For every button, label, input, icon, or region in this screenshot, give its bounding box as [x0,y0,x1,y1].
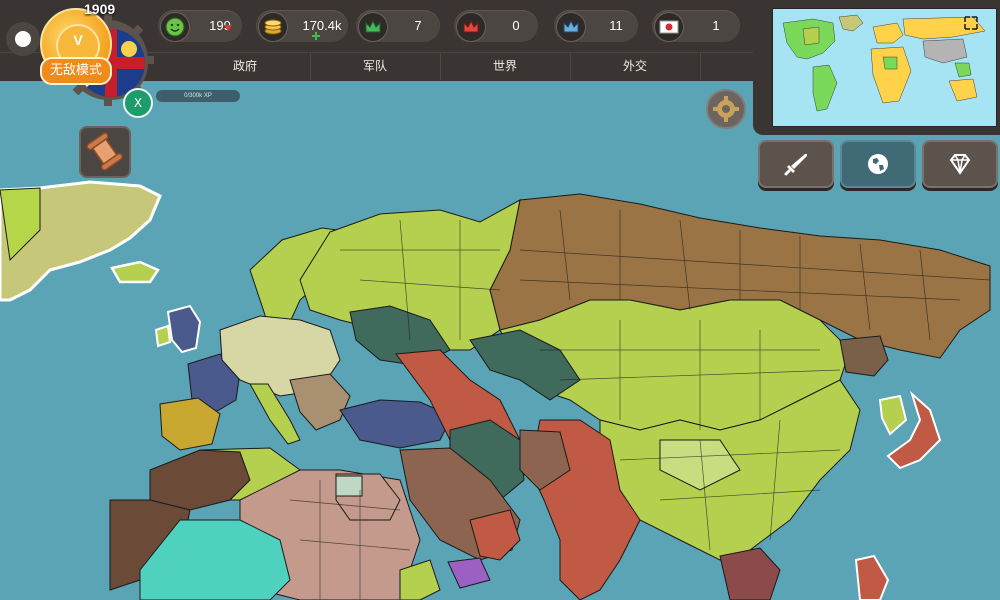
trend-down-icon [224,25,232,31]
close-button[interactable]: X [123,88,153,118]
settings-button[interactable] [706,89,746,129]
menu-toggle[interactable] [6,22,40,56]
military-button[interactable] [758,140,834,188]
tab-world[interactable]: 世界 [440,52,571,80]
smiley-icon [160,12,190,42]
green-crown-icon [358,12,388,42]
japan-pill[interactable]: 1 [652,10,740,42]
tab-army[interactable]: 军队 [310,52,441,80]
trend-up-icon [312,32,320,40]
kings-pill[interactable]: 11 [554,10,638,42]
kings-value: 11 [609,18,623,33]
gold-pill[interactable]: 170.4k [256,10,348,42]
tab-government[interactable]: 政府 [180,52,311,80]
enemies-pill[interactable]: 0 [454,10,538,42]
enemies-value: 0 [512,18,520,33]
japan-flag-icon [654,12,684,42]
happiness-pill[interactable]: 199 [158,10,242,42]
minimap[interactable] [772,8,997,127]
gold-value: 170.4k [302,18,342,33]
diamond-icon [949,154,971,175]
world-view-button[interactable] [840,140,916,188]
ireland-region [154,324,172,348]
blue-crown-icon [556,12,586,42]
globe-icon [868,154,888,174]
allies-value: 7 [414,18,422,33]
happiness-value: 199 [209,18,231,33]
sword-icon [784,154,807,176]
decree-scroll-button[interactable] [79,126,131,178]
menu-dot-icon [15,31,31,47]
year-display: 1909 [84,1,116,17]
xp-progress-bar: 0/300k XP [156,90,240,102]
japan-value: 1 [712,18,720,33]
red-crown-icon [456,12,486,42]
xp-label: 0/300k XP [184,93,212,99]
settings-gear-icon [713,96,739,122]
gems-shop-button[interactable] [922,140,998,188]
god-mode-badge[interactable]: 无敌模式 [40,57,112,85]
allies-pill[interactable]: 7 [356,10,440,42]
scroll-icon [86,132,124,171]
gold-coins-icon [258,12,288,42]
tab-diplomacy[interactable]: 外交 [570,52,701,80]
